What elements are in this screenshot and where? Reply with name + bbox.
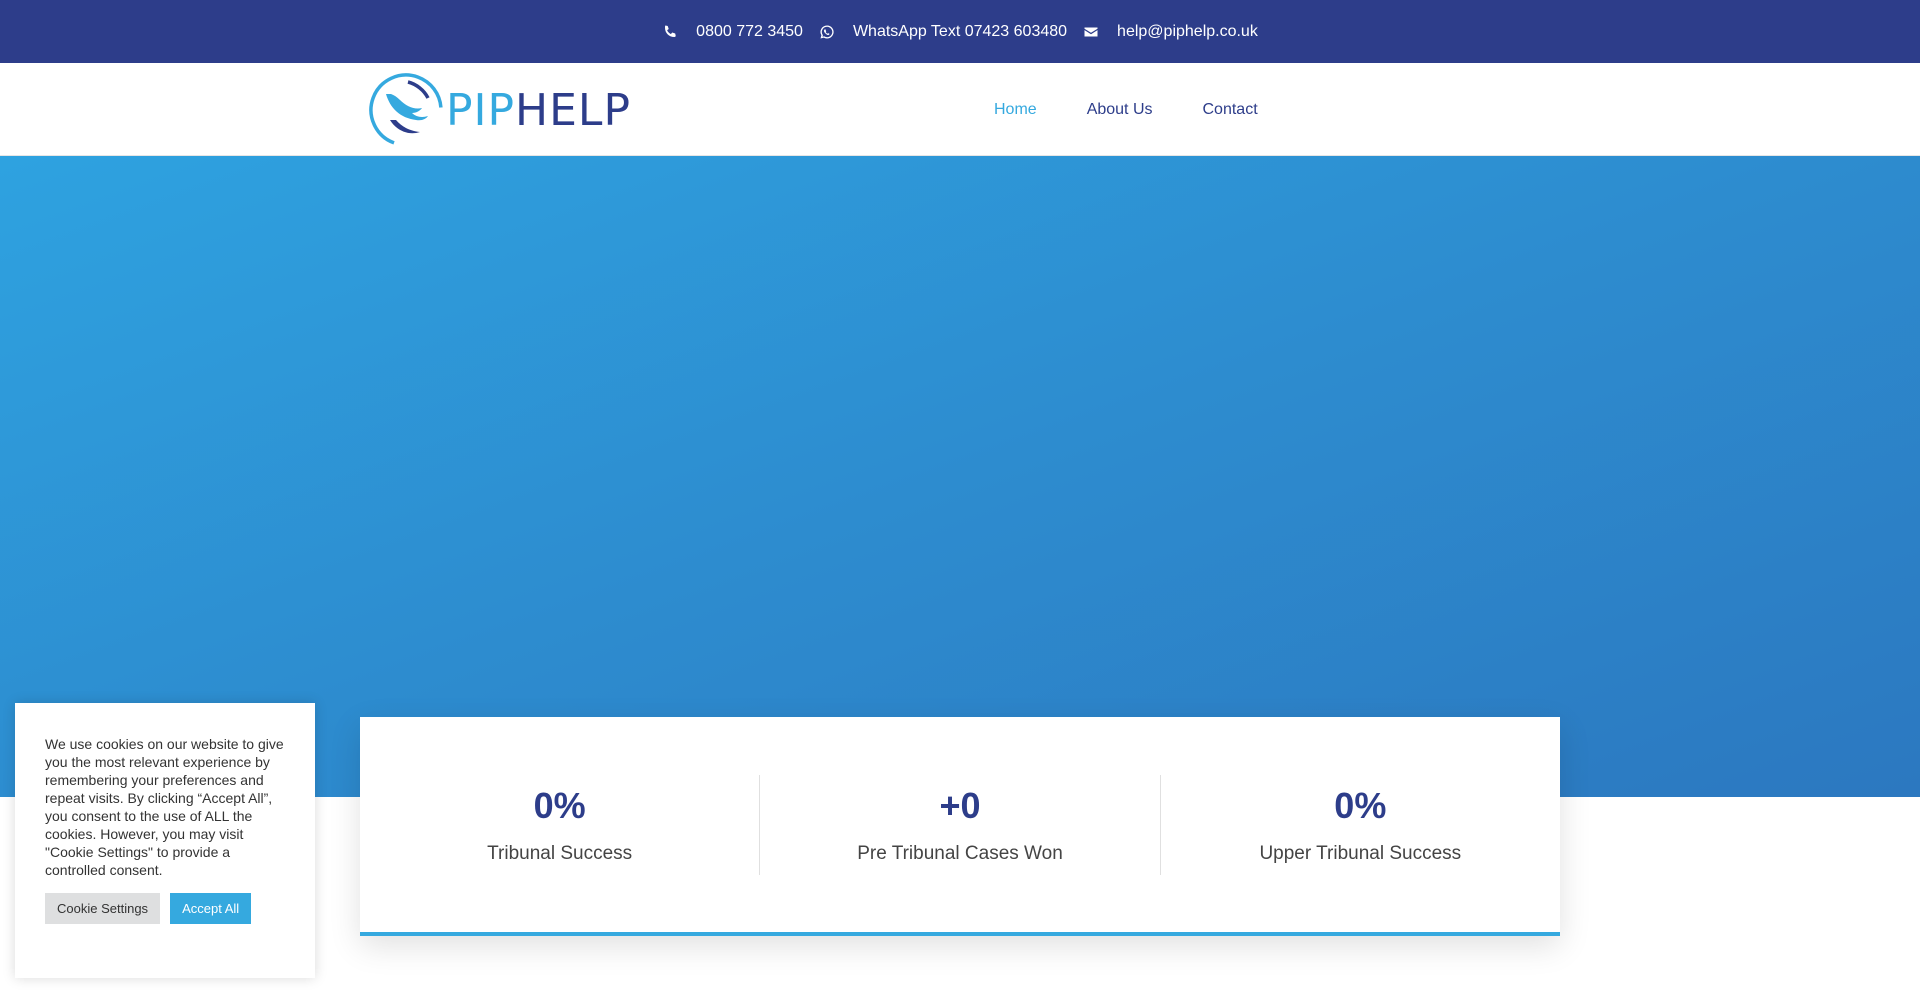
logo-text-help: HELP: [515, 84, 631, 136]
helping-hands-icon: [369, 73, 443, 147]
stat-value: 0%: [533, 784, 586, 826]
stat-value: +0: [939, 784, 981, 826]
stat-label: Tribunal Success: [487, 842, 633, 864]
nav-about-us[interactable]: About Us: [1087, 101, 1153, 119]
cookie-settings-button[interactable]: Cookie Settings: [45, 893, 161, 924]
phone-number: 0800 772 3450: [696, 22, 803, 40]
phone-contact[interactable]: 0800 772 3450: [662, 23, 803, 41]
accept-all-button[interactable]: Accept All: [170, 893, 252, 924]
whatsapp-contact[interactable]: WhatsApp Text 07423 603480: [819, 23, 1067, 41]
cookie-message: We use cookies on our website to give yo…: [45, 736, 284, 878]
cookie-buttons: Cookie Settings Accept All: [45, 893, 285, 924]
top-contact-bar: 0800 772 3450 WhatsApp Text 07423 603480…: [0, 0, 1920, 63]
stat-value: 0%: [1334, 784, 1387, 826]
stats-card: 0% Tribunal Success +0 Pre Tribunal Case…: [360, 717, 1560, 936]
email-contact[interactable]: help@piphelp.co.uk: [1083, 23, 1258, 41]
phone-icon: [662, 24, 678, 40]
stat-upper-tribunal-success: 0% Upper Tribunal Success: [1159, 774, 1560, 875]
envelope-icon: [1083, 24, 1099, 40]
stat-label: Pre Tribunal Cases Won: [857, 842, 1063, 864]
hero-banner: [0, 156, 1920, 797]
nav-home[interactable]: Home: [994, 101, 1037, 119]
main-nav: Home About Us Contact: [994, 63, 1308, 156]
site-logo[interactable]: PIPHELP: [368, 72, 631, 148]
cookie-consent-banner: We use cookies on our website to give yo…: [15, 703, 315, 978]
stat-label: Upper Tribunal Success: [1259, 842, 1462, 864]
nav-contact[interactable]: Contact: [1203, 101, 1258, 119]
whatsapp-number: WhatsApp Text 07423 603480: [852, 22, 1068, 40]
logo-text-pip: PIP: [446, 84, 516, 136]
stat-tribunal-success: 0% Tribunal Success: [360, 775, 759, 875]
site-header: PIPHELP Home About Us Contact: [0, 63, 1920, 156]
email-address: help@piphelp.co.uk: [1117, 22, 1258, 40]
whatsapp-icon: [819, 24, 835, 40]
logo-wordmark: PIPHELP: [446, 85, 631, 136]
stat-pre-tribunal-cases: +0 Pre Tribunal Cases Won: [759, 774, 1159, 875]
